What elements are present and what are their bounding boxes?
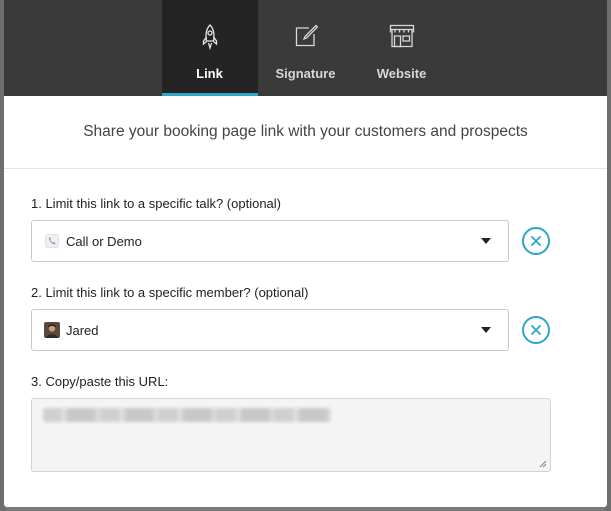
resize-handle-icon[interactable] [539, 460, 547, 468]
phone-icon [44, 233, 60, 249]
tab-bar: Link Signature Website [4, 0, 607, 96]
tab-website[interactable]: Website [354, 0, 450, 96]
talk-select-value: Call or Demo [66, 233, 142, 249]
member-select-value: Jared [66, 322, 99, 338]
talk-field-label: 1. Limit this link to a specific talk? (… [31, 196, 281, 211]
tab-link-label: Link [196, 66, 223, 81]
chevron-down-icon [481, 327, 491, 333]
avatar [44, 322, 60, 338]
chevron-down-icon [481, 238, 491, 244]
share-link-modal: Link Signature Website Share your bookin… [4, 0, 607, 507]
tab-link[interactable]: Link [161, 0, 258, 96]
talk-select[interactable]: Call or Demo [31, 220, 509, 262]
pencil-square-icon [293, 24, 319, 52]
clear-talk-button[interactable] [522, 227, 550, 255]
storefront-icon [389, 24, 415, 52]
clear-member-button[interactable] [522, 316, 550, 344]
rocket-icon [197, 24, 223, 52]
tab-website-label: Website [376, 66, 427, 81]
url-field-label: 3. Copy/paste this URL: [31, 374, 169, 389]
member-select[interactable]: Jared [31, 309, 509, 351]
url-textarea[interactable] [31, 398, 551, 472]
link-options-form: 1. Limit this link to a specific talk? (… [4, 196, 607, 472]
blurred-url-text [43, 408, 331, 422]
close-icon [531, 325, 541, 335]
tab-signature[interactable]: Signature [258, 0, 354, 96]
tab-signature-label: Signature [275, 66, 336, 81]
close-icon [531, 236, 541, 246]
intro-text: Share your booking page link with your c… [4, 96, 607, 169]
member-field-label: 2. Limit this link to a specific member?… [31, 285, 309, 300]
